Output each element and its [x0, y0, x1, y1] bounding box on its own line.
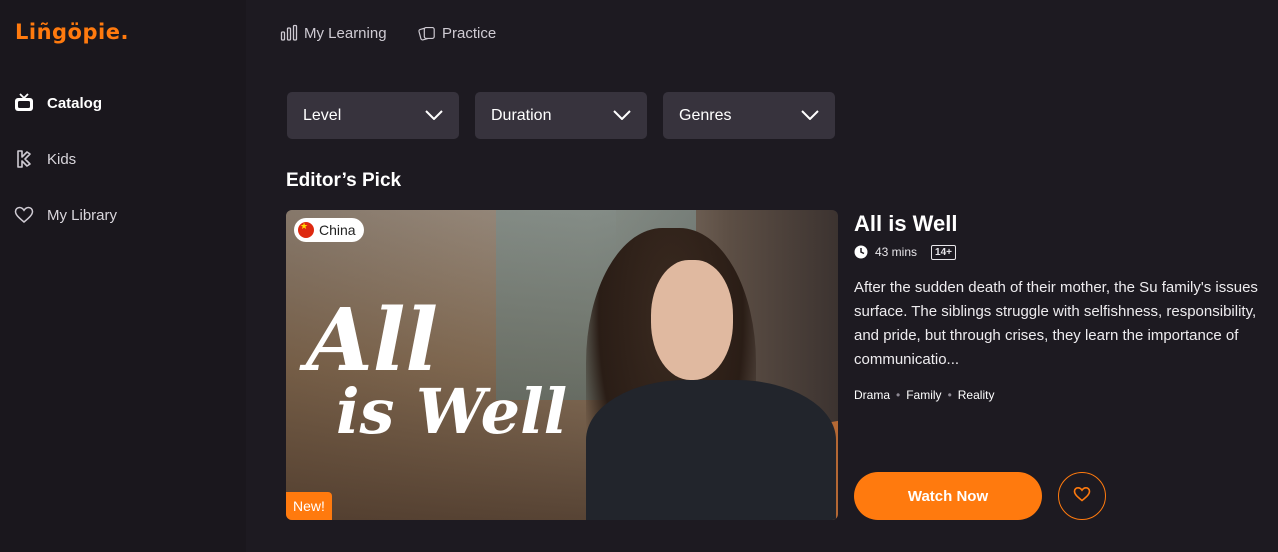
- filter-label: Genres: [679, 106, 732, 124]
- hero-person-body: [586, 380, 836, 520]
- show-meta: 43 mins 14+: [854, 242, 956, 262]
- genre-tag: Drama: [854, 388, 891, 402]
- add-to-favorites-button[interactable]: [1058, 472, 1106, 520]
- nav-label: My Learning: [304, 24, 387, 42]
- filter-genres[interactable]: Genres: [663, 92, 835, 139]
- nav-my-learning[interactable]: My Learning: [280, 22, 387, 44]
- hero-title-art: is Well: [336, 375, 568, 448]
- filter-label: Level: [303, 106, 342, 124]
- sidebar: Liñgöpie. Catalog Kids My Library: [0, 0, 246, 552]
- hero-person-face: [651, 260, 733, 380]
- hero-image[interactable]: All is Well: [286, 210, 838, 520]
- nav-label: Practice: [442, 24, 497, 42]
- genre-list: Drama • Family • Reality: [854, 388, 994, 402]
- chevron-down-icon: [801, 107, 819, 125]
- duration: 43 mins: [875, 245, 918, 259]
- logo[interactable]: Liñgöpie.: [15, 20, 129, 44]
- new-badge: New!: [286, 492, 332, 520]
- watch-now-button[interactable]: Watch Now: [854, 472, 1042, 520]
- sidebar-item-label: My Library: [47, 206, 118, 224]
- heart-icon: [14, 205, 34, 225]
- sidebar-item-kids[interactable]: Kids: [14, 146, 76, 172]
- sidebar-item-label: Kids: [47, 150, 77, 168]
- separator-dot: •: [896, 388, 901, 402]
- nav-practice[interactable]: Practice: [418, 22, 496, 44]
- china-flag-icon: [298, 221, 314, 238]
- genre-tag: Family: [906, 388, 942, 402]
- chevron-down-icon: [425, 107, 443, 125]
- tv-icon: [14, 93, 34, 113]
- show-title[interactable]: All is Well: [854, 211, 958, 237]
- clock-icon: [854, 245, 868, 259]
- show-description: After the sudden death of their mother, …: [854, 279, 1258, 368]
- section-title: Editor’s Pick: [286, 170, 402, 191]
- kids-icon: [14, 149, 34, 169]
- sidebar-item-catalog[interactable]: Catalog: [14, 90, 102, 116]
- chart-bars-icon: [280, 24, 298, 42]
- genre-tag: Reality: [957, 388, 995, 402]
- country-badge: China: [294, 218, 364, 242]
- sidebar-item-label: Catalog: [47, 94, 103, 112]
- filter-level[interactable]: Level: [287, 92, 459, 139]
- heart-icon: [1073, 486, 1091, 507]
- cards-icon: [418, 24, 436, 42]
- separator-dot: •: [947, 388, 952, 402]
- country-label: China: [319, 222, 356, 238]
- sidebar-item-my-library[interactable]: My Library: [14, 202, 117, 228]
- filter-duration[interactable]: Duration: [475, 92, 647, 139]
- filter-label: Duration: [491, 106, 552, 124]
- chevron-down-icon: [613, 107, 631, 125]
- age-rating-badge: 14+: [931, 244, 956, 260]
